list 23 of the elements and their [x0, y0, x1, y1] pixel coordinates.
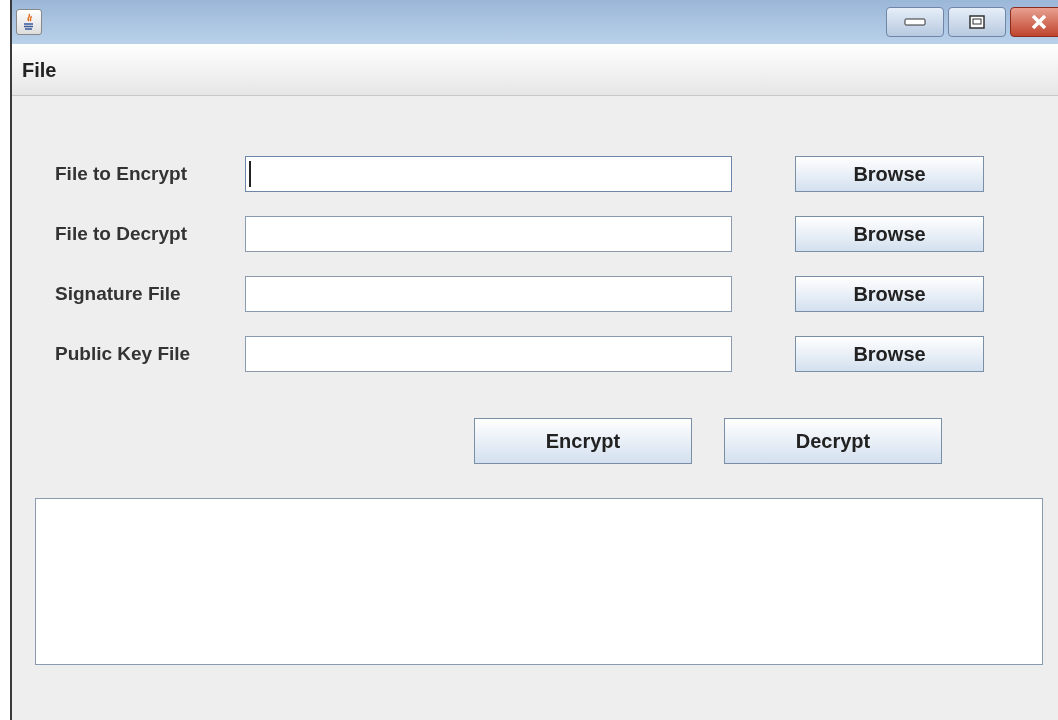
- input-field[interactable]: [245, 276, 732, 312]
- minimize-button[interactable]: [886, 7, 944, 37]
- decrypt-button[interactable]: Decrypt: [724, 418, 942, 464]
- encrypt-button[interactable]: Encrypt: [474, 418, 692, 464]
- browse-button[interactable]: Browse: [795, 156, 984, 192]
- browse-button[interactable]: Browse: [795, 276, 984, 312]
- field-label: File to Decrypt: [55, 222, 187, 244]
- close-icon: [1030, 14, 1048, 30]
- input-field[interactable]: [245, 216, 732, 252]
- close-button[interactable]: [1010, 7, 1058, 37]
- text-cursor: [249, 161, 251, 187]
- field-label: Public Key File: [55, 342, 191, 364]
- input-field[interactable]: [245, 336, 732, 372]
- minimize-icon: [904, 18, 926, 26]
- field-label: File to Encrypt: [55, 162, 187, 184]
- field-label: Signature File: [55, 282, 181, 304]
- browse-button[interactable]: Browse: [795, 336, 984, 372]
- browse-button[interactable]: Browse: [795, 216, 984, 252]
- maximize-button[interactable]: [948, 7, 1006, 37]
- menu-item[interactable]: File: [22, 54, 57, 85]
- restore-icon: [969, 15, 985, 29]
- java-icon: [16, 9, 42, 35]
- input-field[interactable]: [245, 156, 732, 192]
